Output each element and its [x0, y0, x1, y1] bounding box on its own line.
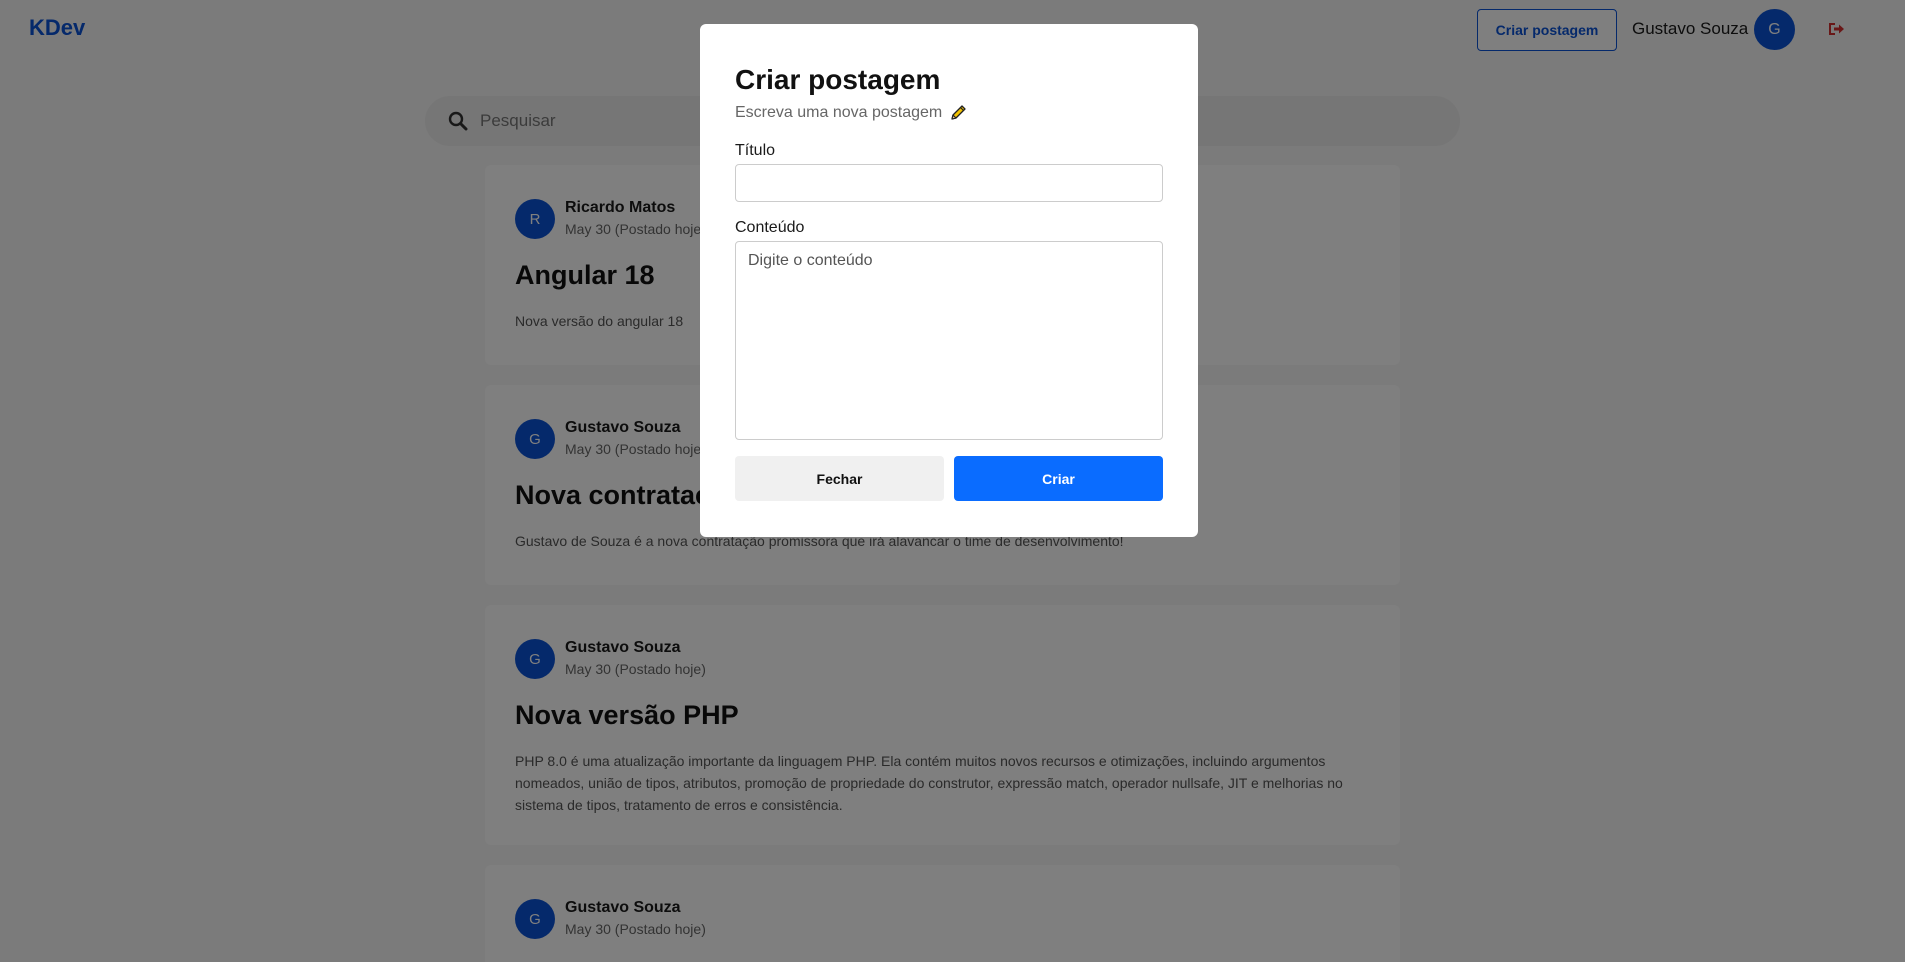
create-button[interactable]: Criar	[954, 456, 1163, 501]
title-label: Título	[735, 142, 776, 159]
pencil-icon	[948, 103, 968, 123]
content-textarea[interactable]	[735, 241, 1163, 440]
modal-title: Criar postagem	[735, 64, 941, 95]
modal-subtitle: Escreva uma nova postagem	[735, 103, 968, 123]
create-post-modal: Criar postagem Escreva uma nova postagem…	[700, 24, 1198, 537]
modal-subtitle-text: Escreva uma nova postagem	[735, 104, 943, 121]
close-button[interactable]: Fechar	[735, 456, 944, 501]
title-input[interactable]	[735, 164, 1163, 202]
content-label: Conteúdo	[735, 219, 805, 236]
